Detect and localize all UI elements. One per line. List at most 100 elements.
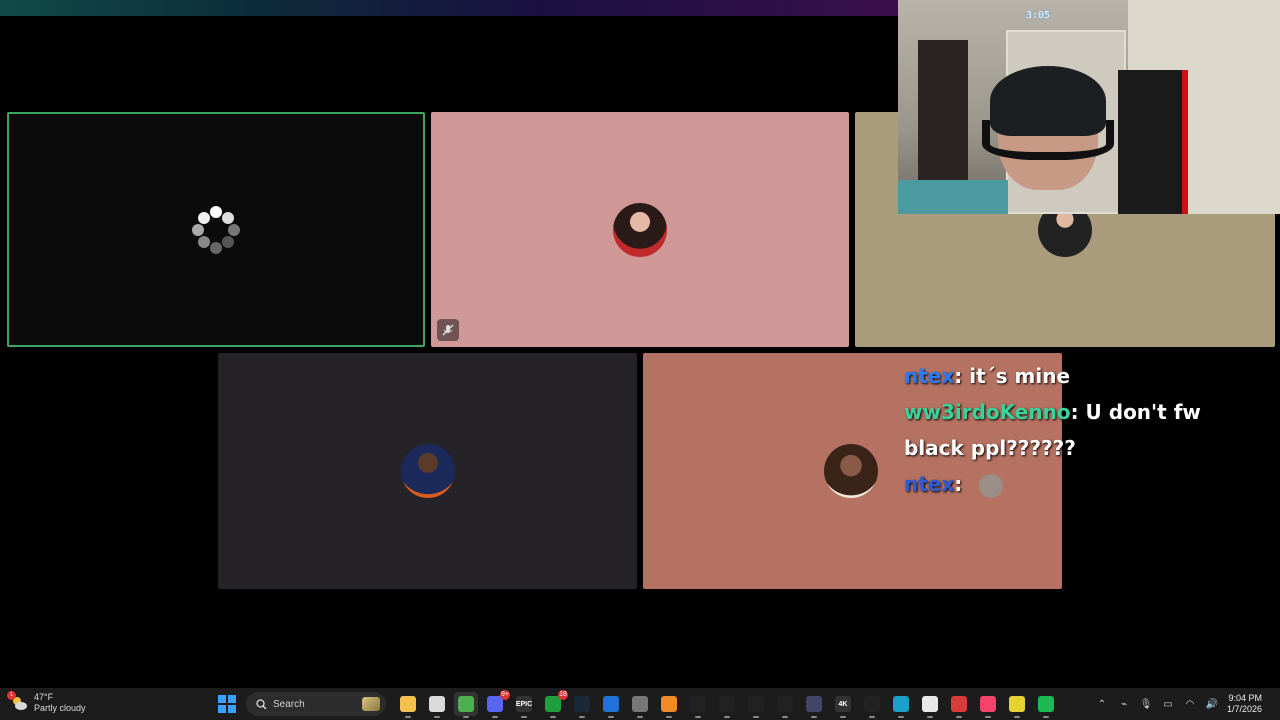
- running-indicator: [550, 716, 556, 718]
- muted-mic-icon: [437, 319, 459, 341]
- running-indicator: [695, 716, 701, 718]
- chrome-icon-glyph: [458, 696, 474, 712]
- gaming-chair: [1118, 70, 1188, 214]
- roblox-icon-glyph: [922, 696, 938, 712]
- c-app-icon-glyph: [893, 696, 909, 712]
- record-icon[interactable]: [744, 692, 768, 718]
- taskbar: 1 47°F Partly cloudy Search 9+ EPIC 18 4K ⌃…: [0, 688, 1280, 720]
- avatar: [824, 444, 878, 498]
- loading-spinner-icon: [192, 205, 240, 254]
- weather-badge: 1: [7, 691, 16, 700]
- weather-widget[interactable]: 1 47°F Partly cloudy: [7, 691, 86, 714]
- clock-date: 1/7/2026: [1226, 704, 1262, 714]
- running-indicator: [521, 716, 527, 718]
- chat-username: ww3irdoKenno: [904, 400, 1071, 424]
- participant-tile-pink[interactable]: [431, 112, 849, 347]
- music-icon-glyph: [980, 696, 996, 712]
- chat-message: ntex:: [904, 466, 1244, 502]
- taskbar-search[interactable]: Search: [246, 692, 386, 716]
- 4k-icon[interactable]: 4K: [831, 692, 855, 718]
- chat-message: ntex: it´s mine: [904, 358, 1244, 394]
- chat-colon: :: [954, 472, 970, 496]
- tool-icon-glyph: [864, 696, 880, 712]
- network-icon[interactable]: ⌁: [1117, 699, 1131, 710]
- epic-games-icon[interactable]: EPIC: [512, 692, 536, 718]
- running-indicator: [666, 716, 672, 718]
- file-explorer-icon-glyph: [400, 696, 416, 712]
- minecraft-icon[interactable]: [628, 692, 652, 718]
- running-indicator: [811, 716, 817, 718]
- search-icon: [256, 698, 267, 709]
- microphone-icon[interactable]: 🎙: [1139, 699, 1153, 710]
- display-icon[interactable]: ▭: [1161, 699, 1175, 710]
- browser-icon-glyph: [603, 696, 619, 712]
- wifi-icon[interactable]: ◠: [1183, 699, 1197, 710]
- chat-username: ntex: [904, 364, 955, 388]
- 4k-icon-glyph: 4K: [835, 696, 851, 712]
- running-indicator: [434, 716, 440, 718]
- steam-icon[interactable]: [570, 692, 594, 718]
- participant-tile-loading[interactable]: [7, 112, 425, 347]
- tool-icon[interactable]: [860, 692, 884, 718]
- minecraft-icon-glyph: [632, 696, 648, 712]
- running-indicator: [927, 716, 933, 718]
- search-label: Search: [273, 698, 305, 710]
- file-explorer-icon[interactable]: [396, 692, 420, 718]
- running-indicator: [637, 716, 643, 718]
- launcher-icon[interactable]: [657, 692, 681, 718]
- running-indicator: [608, 716, 614, 718]
- browser-icon[interactable]: [599, 692, 623, 718]
- chrome-icon[interactable]: [454, 692, 478, 718]
- chat-colon: :: [954, 364, 970, 388]
- spotify-icon[interactable]: [1034, 692, 1058, 718]
- chevron-up-icon[interactable]: ⌃: [1095, 699, 1109, 710]
- discord-icon[interactable]: 9+: [483, 690, 510, 718]
- obs-icon[interactable]: [715, 692, 739, 718]
- running-indicator: [782, 716, 788, 718]
- partly-cloudy-icon: 1: [7, 691, 28, 712]
- store-icon[interactable]: [425, 692, 449, 718]
- clock-time: 9:04 PM: [1228, 693, 1262, 703]
- steam-icon-glyph: [574, 696, 590, 712]
- running-indicator: [1043, 716, 1049, 718]
- capcut-icon-glyph: [777, 696, 793, 712]
- system-tray: ⌃ ⌁ 🎙 ▭ ◠ 🔊 9:04 PM 1/7/2026: [1095, 688, 1280, 720]
- blanket: [898, 180, 1008, 214]
- chat-username: ntex: [904, 472, 955, 496]
- emote-icon: [979, 473, 1004, 498]
- running-indicator: [492, 716, 498, 718]
- pen-icon-glyph: [690, 696, 706, 712]
- emoji-app-icon[interactable]: [1005, 692, 1029, 718]
- store-icon-glyph: [429, 696, 445, 712]
- notification-badge: 18: [558, 690, 568, 700]
- running-indicator: [1014, 716, 1020, 718]
- taskbar-apps: 9+ EPIC 18 4K: [396, 690, 1058, 718]
- running-indicator: [840, 716, 846, 718]
- webcam-time: 3:05: [1026, 10, 1051, 21]
- running-indicator: [405, 716, 411, 718]
- weather-condition: Partly cloudy: [34, 703, 86, 713]
- c-app-icon[interactable]: [889, 692, 913, 718]
- spotify-icon-glyph: [1038, 696, 1054, 712]
- running-indicator: [898, 716, 904, 718]
- volume-icon[interactable]: 🔊: [1205, 699, 1219, 710]
- running-indicator: [956, 716, 962, 718]
- launcher-icon-glyph: [661, 696, 677, 712]
- windows-start-button[interactable]: [218, 695, 236, 713]
- top-gradient-bar: [0, 0, 898, 16]
- running-indicator: [753, 716, 759, 718]
- shuffle-icon[interactable]: [947, 692, 971, 718]
- music-icon[interactable]: [976, 692, 1000, 718]
- roblox-icon[interactable]: [918, 692, 942, 718]
- shuffle-icon-glyph: [951, 696, 967, 712]
- taskbar-clock[interactable]: 9:04 PM 1/7/2026: [1227, 693, 1270, 715]
- running-indicator: [463, 716, 469, 718]
- epic-games-icon-glyph: EPIC: [516, 696, 532, 712]
- media-icon-glyph: [806, 696, 822, 712]
- participant-tile-dark[interactable]: [218, 353, 637, 589]
- media-icon[interactable]: [802, 692, 826, 718]
- capcut-icon[interactable]: [773, 692, 797, 718]
- avatar: [400, 444, 455, 498]
- pen-icon[interactable]: [686, 692, 710, 718]
- xbox-icon[interactable]: 18: [541, 690, 568, 718]
